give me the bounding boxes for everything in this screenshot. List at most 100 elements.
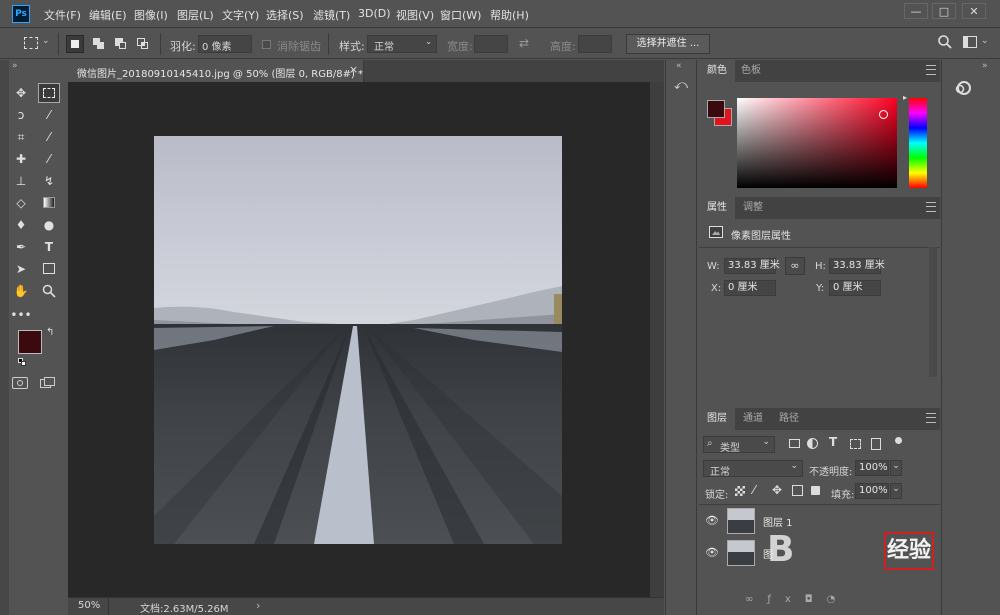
close-window-button[interactable]: ✕	[962, 3, 986, 19]
layer-filter-select[interactable]: ⌕ 类型 ⌄	[703, 436, 775, 454]
height-input[interactable]	[578, 35, 612, 53]
blend-mode-select[interactable]: 正常 ⌄	[703, 460, 803, 478]
tab-color[interactable]: 颜色	[699, 60, 735, 82]
history-brush-tool-icon[interactable]: ↯	[38, 171, 60, 191]
intersect-selection-icon[interactable]	[134, 35, 152, 53]
magic-wand-tool-icon[interactable]: ⁄	[38, 105, 60, 125]
zoom-tool-icon[interactable]	[38, 281, 60, 301]
menu-item-0[interactable]: 文件(F)	[44, 7, 81, 23]
lock-transparent-pixels-icon[interactable]	[735, 486, 745, 496]
pen-tool-icon[interactable]: ✒	[10, 237, 32, 257]
hue-slider[interactable]	[909, 98, 927, 188]
menu-item-7[interactable]: 3D(D)	[358, 7, 391, 20]
opacity-field[interactable]: 100%	[855, 460, 889, 476]
swap-dimensions-icon[interactable]: ⇄	[519, 36, 529, 50]
type-tool-icon[interactable]: T	[38, 237, 60, 257]
new-selection-icon[interactable]	[66, 35, 84, 53]
select-and-mask-button[interactable]: 选择并遮住 ...	[626, 34, 710, 54]
color-panel-foreground-swatch[interactable]	[707, 100, 725, 118]
lock-image-pixels-icon[interactable]: ⁄	[753, 483, 755, 497]
collapse-toolbar-icon[interactable]: »	[12, 61, 18, 71]
tab-layers[interactable]: 图层	[699, 408, 735, 430]
panel-menu-icon[interactable]	[926, 202, 936, 212]
zoom-level[interactable]: 50%	[78, 600, 100, 611]
blur-tool-icon[interactable]: ♦	[10, 215, 32, 235]
menu-item-4[interactable]: 文字(Y)	[222, 7, 259, 23]
screen-mode-icon[interactable]	[40, 377, 56, 389]
eye-visibility-icon[interactable]: 👁	[705, 514, 719, 527]
path-selection-tool-icon[interactable]: ➤	[10, 259, 32, 279]
foreground-color-swatch[interactable]	[18, 330, 42, 354]
search-icon[interactable]	[937, 34, 953, 50]
height-field[interactable]: 33.83 厘米	[829, 258, 885, 274]
swap-colors-icon[interactable]: ↰	[46, 327, 54, 338]
panel-menu-icon[interactable]	[926, 413, 936, 423]
close-tab-icon[interactable]: ×	[349, 63, 358, 76]
filter-smart-objects-icon[interactable]	[871, 438, 881, 450]
creative-cloud-libraries-icon[interactable]	[952, 80, 976, 96]
dodge-tool-icon[interactable]: ●	[38, 215, 60, 235]
tab-channels[interactable]: 通道	[735, 408, 771, 430]
brush-tool-icon[interactable]: ⁄	[38, 149, 60, 169]
chevron-down-icon[interactable]: ⌄	[890, 483, 902, 499]
vertical-scrollbar[interactable]	[650, 82, 664, 597]
menu-item-10[interactable]: 帮助(H)	[490, 7, 529, 23]
add-to-selection-icon[interactable]	[90, 35, 108, 53]
status-menu-arrow-icon[interactable]: ›	[256, 599, 260, 612]
lock-position-icon[interactable]: ✥	[772, 483, 782, 497]
y-field[interactable]: 0 厘米	[829, 280, 881, 296]
x-field[interactable]: 0 厘米	[724, 280, 776, 296]
clone-stamp-tool-icon[interactable]: ⊥	[10, 171, 32, 191]
tab-paths[interactable]: 路径	[771, 408, 807, 430]
healing-brush-tool-icon[interactable]: ✚	[10, 149, 32, 169]
tab-swatches[interactable]: 色板	[733, 60, 769, 82]
default-colors-icon[interactable]	[18, 358, 26, 366]
color-field[interactable]	[737, 98, 897, 188]
eye-visibility-icon[interactable]: 👁	[705, 546, 719, 559]
menu-item-6[interactable]: 滤镜(T)	[313, 7, 350, 23]
link-dimensions-icon[interactable]: ∞	[785, 257, 805, 275]
menu-item-5[interactable]: 选择(S)	[266, 7, 304, 23]
workspace-icon[interactable]	[963, 36, 977, 48]
collapse-dock-icon[interactable]: »	[982, 61, 988, 71]
minimize-button[interactable]: —	[904, 3, 928, 19]
layer-actions-bar[interactable]: ∞ƒx◘◔	[745, 594, 849, 605]
lasso-tool-icon[interactable]: ↄ	[10, 105, 32, 125]
filter-adjustment-layers-icon[interactable]	[807, 438, 818, 449]
tab-properties[interactable]: 属性	[699, 197, 735, 219]
menu-item-9[interactable]: 窗口(W)	[440, 7, 481, 23]
filter-shape-layers-icon[interactable]	[850, 439, 861, 449]
fill-field[interactable]: 100%	[855, 483, 889, 499]
antialias-checkbox[interactable]	[262, 40, 271, 49]
eraser-tool-icon[interactable]: ◇	[10, 193, 32, 213]
chevron-down-icon[interactable]: ⌄	[981, 36, 989, 46]
tab-adjustments[interactable]: 调整	[735, 197, 771, 219]
chevron-down-icon[interactable]: ⌄	[42, 36, 50, 46]
menu-item-1[interactable]: 编辑(E)	[89, 7, 127, 23]
lock-artboard-icon[interactable]	[792, 485, 803, 496]
history-panel-icon[interactable]: ⤺	[672, 78, 690, 96]
width-field[interactable]: 33.83 厘米	[724, 258, 780, 274]
panel-menu-icon[interactable]	[926, 65, 936, 75]
color-picker-cursor[interactable]	[879, 110, 888, 119]
quick-mask-icon[interactable]	[12, 377, 28, 389]
menu-item-8[interactable]: 视图(V)	[396, 7, 434, 23]
move-tool-icon[interactable]: ✥	[10, 83, 32, 103]
width-input[interactable]	[474, 35, 508, 53]
rectangle-tool-icon[interactable]	[38, 259, 60, 279]
lock-all-icon[interactable]	[811, 486, 820, 495]
maximize-button[interactable]: □	[932, 3, 956, 19]
collapse-dock-icon[interactable]: «	[676, 61, 682, 71]
menu-item-3[interactable]: 图层(L)	[177, 7, 214, 23]
rectangular-marquee-tool-icon[interactable]	[38, 83, 60, 103]
properties-scrollbar[interactable]	[929, 247, 937, 377]
chevron-down-icon[interactable]: ⌄	[890, 460, 902, 476]
document-size-info[interactable]: 文档:2.63M/5.26M	[140, 600, 229, 615]
subtract-from-selection-icon[interactable]	[112, 35, 130, 53]
style-select[interactable]: 正常 ⌄	[367, 35, 437, 53]
more-tools-icon[interactable]: •••	[10, 305, 32, 325]
feather-input[interactable]: 0 像素	[198, 35, 252, 53]
filter-type-layers-icon[interactable]: T	[829, 435, 837, 449]
hue-slider-handle[interactable]: ▸	[903, 93, 907, 102]
gradient-tool-icon[interactable]	[38, 193, 60, 213]
